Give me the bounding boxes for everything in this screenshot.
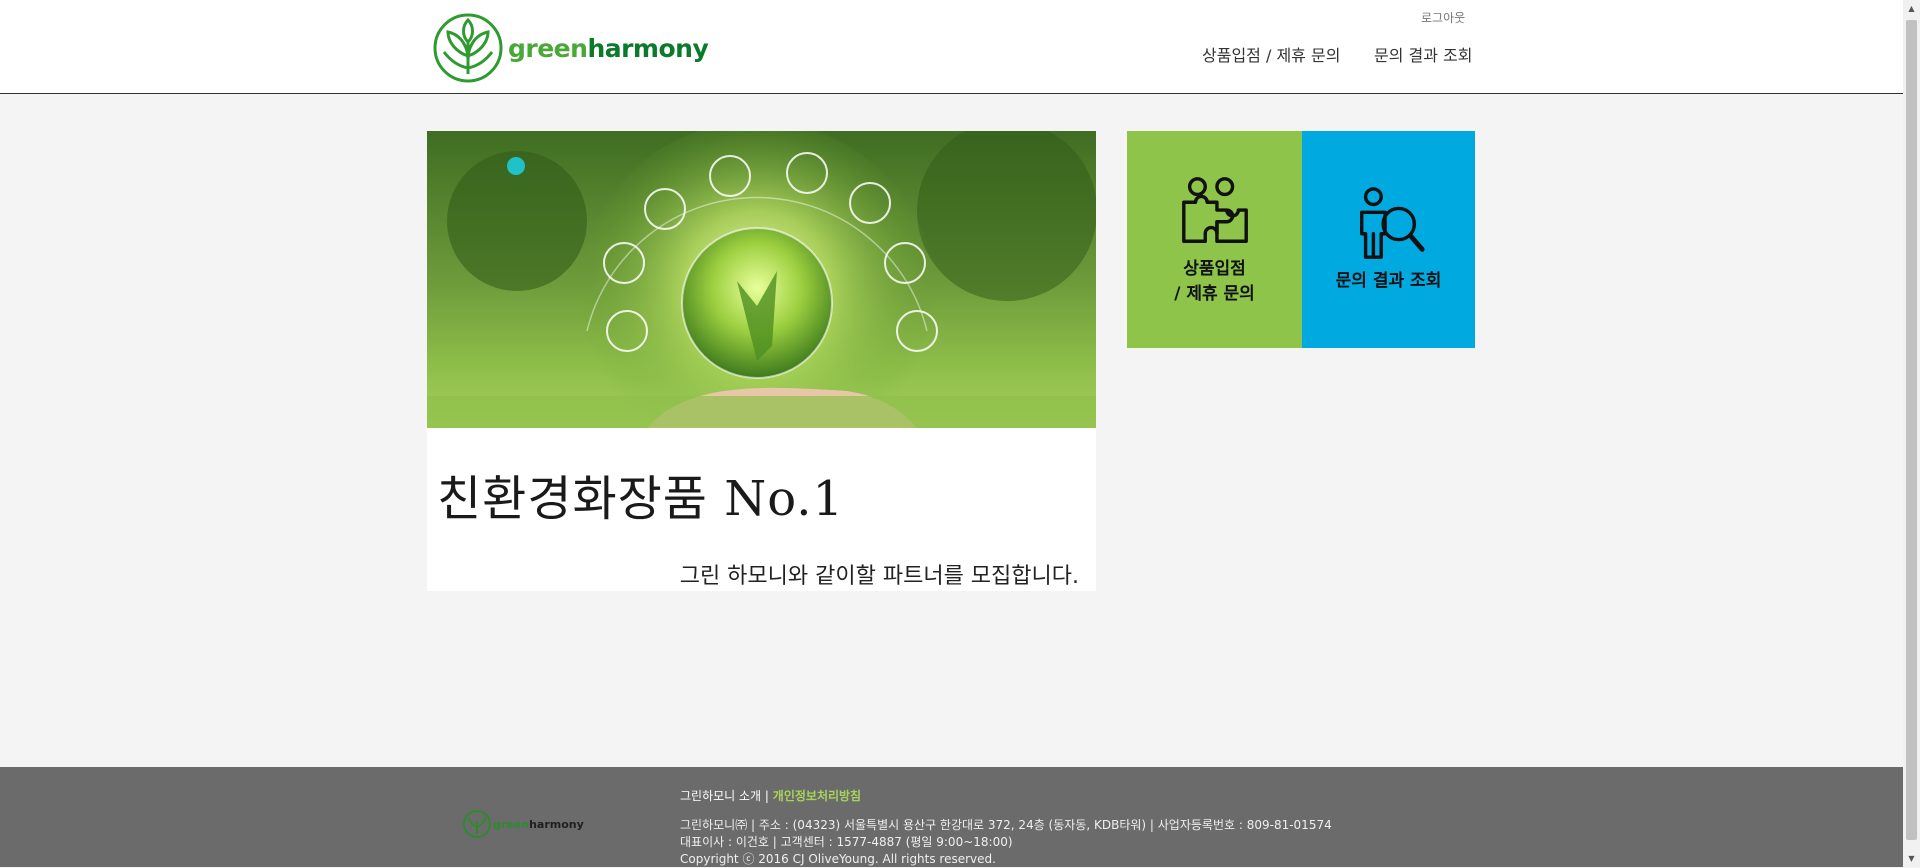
footer-link-separator: |: [761, 789, 773, 803]
logout-link[interactable]: 로그아웃: [1421, 9, 1465, 26]
footer-privacy-link[interactable]: 개인정보처리방침: [773, 789, 861, 803]
hero-image: [427, 131, 1096, 428]
scroll-down-arrow-icon[interactable]: ▼: [1903, 850, 1920, 867]
footer-about-link[interactable]: 그린하모니 소개: [680, 789, 761, 803]
footer-logo-text-green: green: [493, 817, 530, 831]
logo-wordmark: greenharmony: [508, 33, 709, 63]
inquiry-result-tile[interactable]: 문의 결과 조회: [1302, 131, 1475, 348]
site-header: greenharmony 로그아웃 상품입점 / 제휴 문의 문의 결과 조회: [0, 0, 1903, 94]
banner-title: 친환경화장품 No.1: [437, 471, 845, 527]
footer-address: 그린하모니㈜ | 주소 : (04323) 서울특별시 용산구 한강대로 372…: [680, 818, 1332, 832]
footer-logo-text-harmony: harmony: [529, 817, 584, 831]
scrollbar-thumb[interactable]: [1906, 20, 1917, 840]
footer-logo[interactable]: greenharmony: [462, 809, 584, 839]
partner-tile-label: 상품입점 / 제휴 문의: [1174, 257, 1255, 307]
partner-tile-line1: 상품입점: [1183, 258, 1246, 279]
footer-contact: 대표이사 : 이건호 | 고객센터 : 1577-4887 (평일 9:00~1…: [680, 835, 1013, 849]
footer-leaf-logo-icon: [463, 810, 491, 838]
site-footer: greenharmony 그린하모니 소개 | 개인정보처리방침 그린하모니㈜ …: [0, 767, 1903, 867]
footer-links: 그린하모니 소개 | 개인정보처리방침: [680, 787, 861, 804]
greenharmony-logo[interactable]: greenharmony: [432, 12, 709, 84]
logo-text-green: green: [508, 33, 588, 63]
footer-copyright: Copyright ⓒ 2016 CJ OliveYoung. All righ…: [680, 852, 996, 866]
result-tile-label: 문의 결과 조회: [1335, 271, 1442, 291]
vertical-scrollbar[interactable]: ▲ ▼: [1903, 0, 1920, 867]
nav-inquiry-result[interactable]: 문의 결과 조회: [1374, 42, 1473, 66]
leaf-logo-icon: [433, 13, 503, 83]
hero-illustration: [427, 131, 1096, 428]
person-search-icon: [1359, 187, 1425, 259]
logo-text-harmony: harmony: [587, 33, 709, 63]
partner-inquiry-tile[interactable]: 상품입점 / 제휴 문의: [1127, 131, 1302, 348]
partnership-puzzle-icon: [1181, 176, 1248, 243]
footer-company-info: 그린하모니㈜ | 주소 : (04323) 서울특별시 용산구 한강대로 372…: [680, 817, 1332, 868]
nav-partner-inquiry[interactable]: 상품입점 / 제휴 문의: [1202, 42, 1340, 66]
slider-indicator-dot[interactable]: [507, 157, 525, 175]
partner-tile-line2: / 제휴 문의: [1174, 283, 1255, 304]
footer-logo-wordmark: greenharmony: [493, 818, 584, 831]
scroll-up-arrow-icon[interactable]: ▲: [1903, 0, 1920, 17]
banner-subtitle: 그린 하모니와 같이할 파트너를 모집합니다.: [679, 564, 1079, 589]
main-banner: 친환경화장품 No.1 그린 하모니와 같이할 파트너를 모집합니다.: [427, 131, 1096, 591]
